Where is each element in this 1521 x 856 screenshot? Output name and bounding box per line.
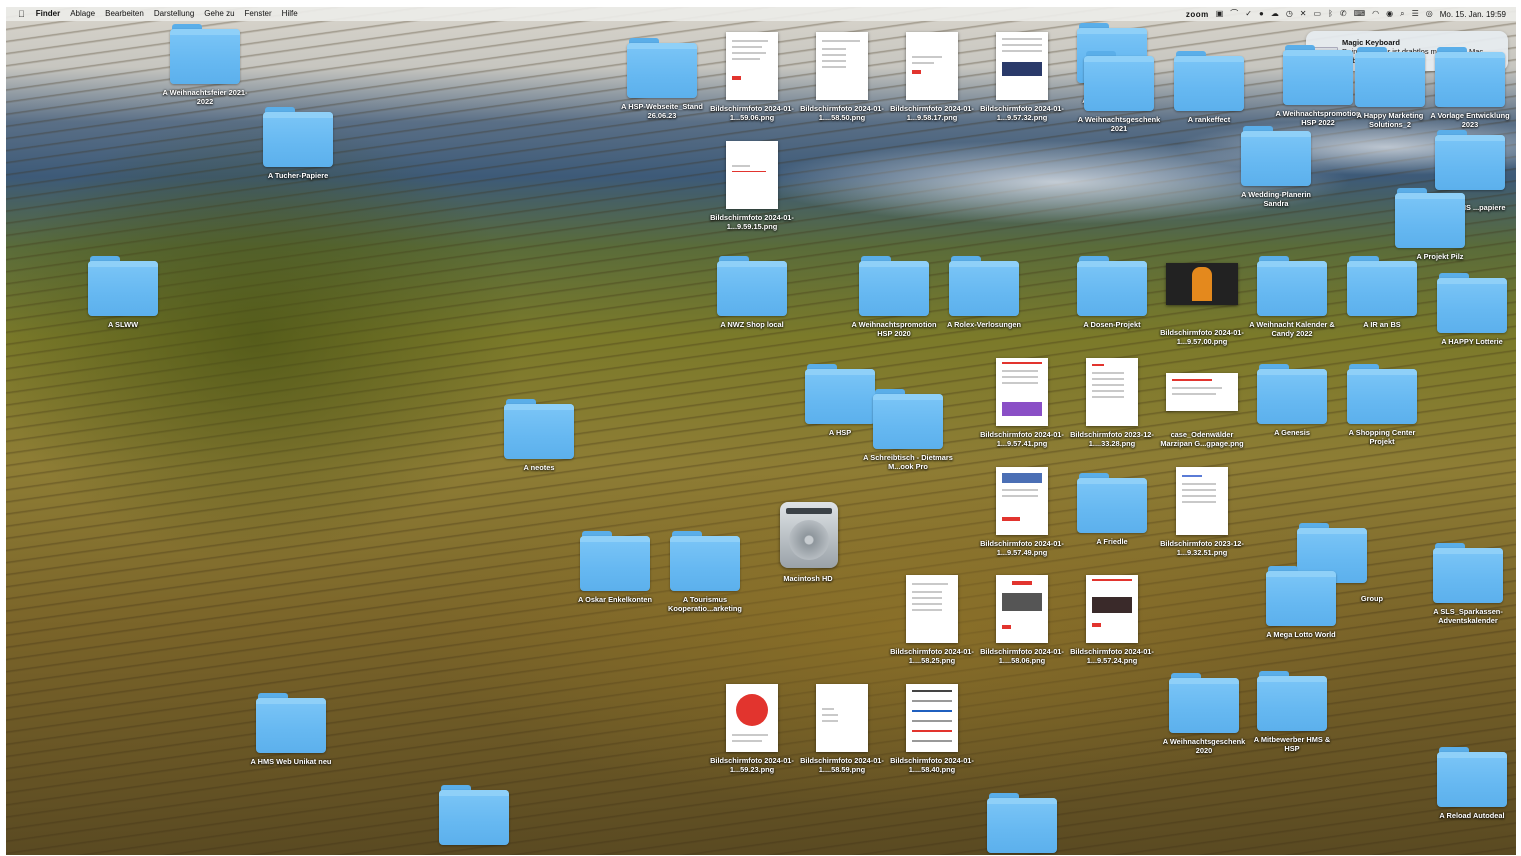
folder-icon [439, 785, 509, 845]
screenshot-thumbnail [996, 467, 1048, 535]
mute-icon[interactable]: ✕ [1300, 7, 1307, 21]
folder-icon [949, 256, 1019, 316]
folder-icon [873, 389, 943, 449]
creative-cloud-icon[interactable]: ☁ [1271, 7, 1279, 21]
record-icon[interactable]: ● [1259, 7, 1264, 21]
folder-icon [1174, 51, 1244, 111]
screenshot-thumbnail [816, 32, 868, 100]
folder-icon [1355, 47, 1425, 107]
keyboard-icon[interactable]: ⌨ [1354, 7, 1366, 21]
screenshot-thumbnail [726, 141, 778, 209]
menu-app-finder[interactable]: Finder [31, 7, 65, 21]
folder-icon [805, 364, 875, 424]
folder-icon [88, 256, 158, 316]
folder-icon [1257, 671, 1327, 731]
user-icon[interactable]: ◉ [1386, 7, 1393, 21]
folder-icon [1395, 188, 1465, 248]
menu-bar:  Finder Ablage Bearbeiten Darstellung G… [6, 7, 1516, 21]
folder-icon [1084, 51, 1154, 111]
menu-ablage[interactable]: Ablage [65, 7, 100, 21]
screenshot-thumbnail [1166, 263, 1238, 305]
folder-icon [1077, 473, 1147, 533]
apple-menu-icon[interactable]:  [14, 7, 31, 21]
folder-icon [263, 107, 333, 167]
folder-icon [987, 793, 1057, 853]
zoom-status-item[interactable]: zoom [1186, 10, 1209, 19]
siri-icon[interactable]: ◎ [1426, 7, 1433, 21]
screenshot-thumbnail [1086, 358, 1138, 426]
screenshot-thumbnail [906, 575, 958, 643]
battery-icon[interactable]: ▭ [1314, 7, 1322, 21]
check-circle-icon[interactable]: ✓ [1245, 7, 1252, 21]
folder-icon [1437, 747, 1507, 807]
folder-icon [670, 531, 740, 591]
screenshot-icon[interactable]: ▣ [1216, 7, 1224, 21]
screenshot-thumbnail [996, 575, 1048, 643]
menu-gehe-zu[interactable]: Gehe zu [199, 7, 239, 21]
folder-icon [1435, 47, 1505, 107]
folder-icon [1437, 273, 1507, 333]
screenshot-thumbnail [1086, 575, 1138, 643]
folder-icon [1169, 673, 1239, 733]
menubar-clock[interactable]: Mo. 15. Jan. 19:59 [1440, 10, 1506, 19]
folder-icon [1257, 364, 1327, 424]
screenshot-thumbnail [906, 32, 958, 100]
folder-icon [1241, 126, 1311, 186]
screenshot-thumbnail [726, 684, 778, 752]
folder-icon [504, 399, 574, 459]
arc-icon[interactable]: ⌒ [1230, 7, 1238, 21]
folder-icon [170, 24, 240, 84]
folder-icon [627, 38, 697, 98]
folder-icon [1347, 256, 1417, 316]
menu-hilfe[interactable]: Hilfe [277, 7, 303, 21]
folder-icon [580, 531, 650, 591]
folder-icon [1435, 130, 1505, 190]
desktop:  Finder Ablage Bearbeiten Darstellung G… [6, 7, 1516, 855]
screenshot-thumbnail [816, 684, 868, 752]
control-center-icon[interactable]: ☰ [1412, 7, 1419, 21]
folder-icon [1433, 543, 1503, 603]
screenshot-thumbnail [726, 32, 778, 100]
folder-icon [1266, 566, 1336, 626]
folder-icon [1283, 45, 1353, 105]
folder-icon [1347, 364, 1417, 424]
hard-drive-icon [780, 502, 838, 568]
time-machine-icon[interactable]: ◷ [1286, 7, 1293, 21]
menu-darstellung[interactable]: Darstellung [149, 7, 199, 21]
menu-fenster[interactable]: Fenster [240, 7, 277, 21]
folder-icon [859, 256, 929, 316]
folder-icon [256, 693, 326, 753]
screenshot-thumbnail [906, 684, 958, 752]
menu-bearbeiten[interactable]: Bearbeiten [100, 7, 149, 21]
screenshot-thumbnail [996, 358, 1048, 426]
folder-icon [1257, 256, 1327, 316]
search-icon[interactable]: ⌕ [1400, 7, 1404, 21]
folder-icon [717, 256, 787, 316]
screenshot-thumbnail [1166, 373, 1238, 411]
screenshot-thumbnail [996, 32, 1048, 100]
folder-icon [1077, 256, 1147, 316]
bluetooth-icon[interactable]: ᛒ [1328, 7, 1333, 21]
wifi-icon[interactable]: ◠ [1372, 7, 1379, 21]
screenshot-thumbnail [1176, 467, 1228, 535]
phone-icon[interactable]: ✆ [1340, 7, 1347, 21]
